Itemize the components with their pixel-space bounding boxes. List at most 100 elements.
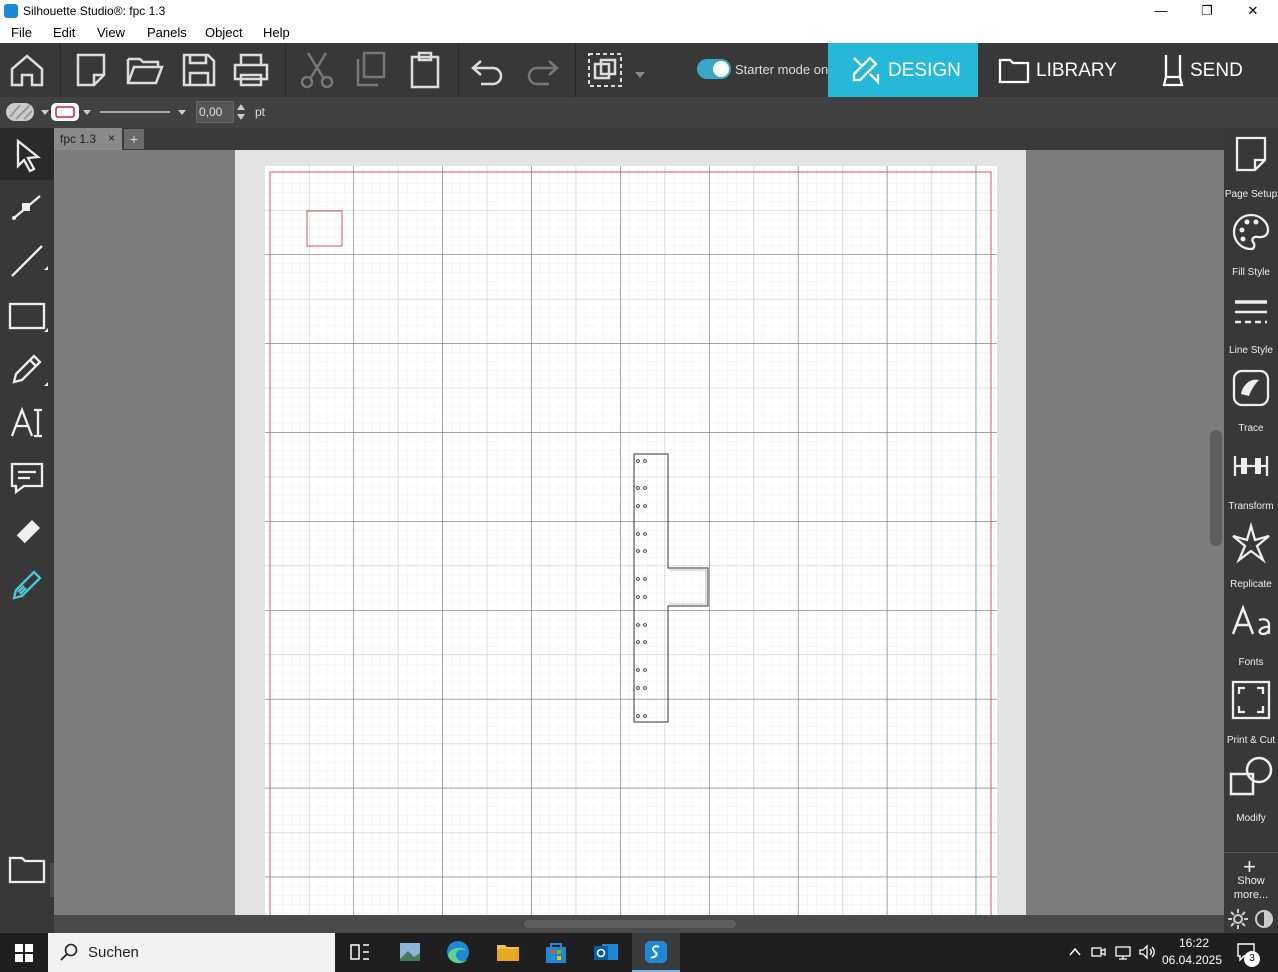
tab-fpc-1-3[interactable]: fpc 1.3 × — [54, 128, 122, 150]
tab-send-label: SEND — [1190, 60, 1243, 81]
show-more-button[interactable]: + Show more... — [1224, 854, 1278, 902]
silhouette-app-icon — [4, 4, 18, 18]
knife-tool-icon[interactable] — [6, 564, 48, 606]
menu-panels[interactable]: Panels — [147, 25, 187, 40]
panel-divider — [1224, 852, 1278, 853]
new-document-icon[interactable] — [70, 49, 112, 91]
menu-file[interactable]: File — [11, 25, 32, 40]
redo-icon[interactable] — [521, 49, 563, 91]
line-width-stepper-icon[interactable] — [235, 101, 247, 123]
copy-icon[interactable] — [350, 49, 392, 91]
fonts-icon — [1231, 604, 1271, 636]
search-placeholder: Suchen — [88, 944, 139, 961]
minimize-button[interactable]: — — [1138, 0, 1184, 22]
point-edit-icon[interactable] — [6, 186, 48, 228]
title-bar: Silhouette Studio®: fpc 1.3 — ❐ ✕ — [0, 0, 1278, 22]
task-view-icon[interactable] — [336, 933, 384, 972]
tab-send[interactable]: SEND — [1126, 43, 1278, 97]
text-box-icon[interactable] — [6, 456, 48, 498]
window-title: Silhouette Studio®: fpc 1.3 — [23, 4, 166, 18]
panel-print-cut[interactable]: Print & Cut — [1224, 674, 1278, 752]
clock-time[interactable]: 16:22 — [1166, 936, 1222, 950]
line-style-icon — [1235, 300, 1267, 324]
pencil-tool-icon[interactable] — [6, 348, 48, 390]
taskbar: Suchen 16:22 06.04.2025 3 — [0, 933, 1278, 972]
transform-icon — [1233, 456, 1269, 476]
close-button[interactable]: ✕ — [1230, 0, 1276, 22]
tab-design[interactable]: DESIGN — [828, 43, 978, 97]
vertical-scroll-thumb[interactable] — [1210, 430, 1222, 546]
fill-swatch-icon[interactable] — [5, 102, 53, 122]
right-panel: Page Setup Fill Style Line Style Trace T… — [1224, 128, 1278, 933]
document-tab-label: fpc 1.3 — [60, 132, 97, 146]
canvas[interactable] — [54, 150, 1224, 915]
edge-browser-icon[interactable] — [434, 933, 482, 972]
horizontal-scrollbar[interactable] — [54, 915, 1224, 933]
taskbar-search[interactable]: Suchen — [48, 933, 335, 972]
outlook-app-icon[interactable] — [582, 933, 630, 972]
text-tool-icon[interactable] — [6, 402, 48, 444]
document-tabs: fpc 1.3 × + — [54, 128, 1224, 150]
panel-modify[interactable]: Modify — [1224, 752, 1278, 830]
open-folder-icon[interactable] — [124, 49, 166, 91]
theme-gear-icon[interactable] — [1253, 908, 1275, 930]
home-icon[interactable] — [6, 49, 48, 91]
send-blade-icon — [1162, 55, 1184, 87]
starter-mode-label: Starter mode on — [735, 62, 829, 77]
panel-fill-style[interactable]: Fill Style — [1224, 206, 1278, 284]
paste-icon[interactable] — [404, 49, 446, 91]
volume-icon[interactable] — [1138, 944, 1156, 960]
tab-library-label: LIBRARY — [1036, 60, 1117, 81]
panel-replicate[interactable]: Replicate — [1224, 518, 1278, 596]
clock-date[interactable]: 06.04.2025 — [1160, 953, 1224, 967]
line-color-swatch-icon[interactable] — [50, 102, 94, 122]
microsoft-store-icon[interactable] — [532, 933, 580, 972]
file-explorer-icon[interactable] — [484, 933, 532, 972]
print-icon[interactable] — [230, 49, 272, 91]
menu-help[interactable]: Help — [263, 25, 290, 40]
menu-view[interactable]: View — [97, 25, 125, 40]
trace-icon — [1232, 369, 1270, 407]
maximize-button[interactable]: ❐ — [1184, 0, 1230, 22]
rectangle-tool-icon[interactable] — [6, 294, 48, 336]
panel-line-style[interactable]: Line Style — [1224, 284, 1278, 362]
tab-library[interactable]: LIBRARY — [978, 43, 1126, 97]
panel-page-setup[interactable]: Page Setup — [1224, 128, 1278, 206]
gear-icon[interactable] — [1227, 908, 1249, 930]
design-workspace[interactable] — [54, 150, 1224, 915]
panel-trace[interactable]: Trace — [1224, 362, 1278, 440]
line-width-input[interactable] — [196, 101, 234, 123]
silhouette-taskbar-app[interactable] — [632, 933, 680, 972]
windows-start-icon[interactable] — [15, 944, 33, 962]
cut-icon[interactable] — [296, 49, 338, 91]
page-setup-label: Page Setup — [1224, 189, 1278, 200]
print-cut-label: Print & Cut — [1226, 735, 1276, 746]
line-width-unit: pt — [255, 105, 266, 119]
silhouette-studio-icon — [645, 941, 667, 963]
panel-transform[interactable]: Transform — [1224, 440, 1278, 518]
photo-viewer-app-icon[interactable] — [386, 933, 434, 972]
save-icon[interactable] — [178, 49, 220, 91]
network-icon[interactable] — [1114, 944, 1132, 960]
library-folder-icon-left[interactable] — [6, 848, 48, 890]
trace-label: Trace — [1238, 423, 1264, 434]
panel-fonts[interactable]: Fonts — [1224, 596, 1278, 674]
line-tool-icon[interactable] — [6, 240, 48, 282]
eraser-icon[interactable] — [6, 510, 48, 552]
chevron-up-icon[interactable] — [1068, 945, 1082, 959]
menu-edit[interactable]: Edit — [53, 25, 75, 40]
close-tab-button[interactable]: × — [108, 131, 115, 145]
horizontal-scroll-thumb[interactable] — [524, 920, 736, 928]
menu-object[interactable]: Object — [205, 25, 243, 40]
replicate-label: Replicate — [1230, 579, 1272, 590]
left-toolbar — [0, 128, 66, 933]
meet-now-icon[interactable] — [1090, 944, 1106, 960]
chevron-down-icon[interactable] — [630, 49, 650, 91]
group-select-icon[interactable] — [584, 49, 626, 91]
add-tab-button[interactable]: + — [124, 129, 144, 149]
starter-mode-toggle[interactable] — [697, 59, 731, 79]
select-arrow-icon[interactable] — [6, 133, 48, 175]
undo-icon[interactable] — [467, 49, 509, 91]
print-cut-icon — [1231, 680, 1271, 720]
line-style-dropdown-icon[interactable] — [98, 102, 190, 122]
